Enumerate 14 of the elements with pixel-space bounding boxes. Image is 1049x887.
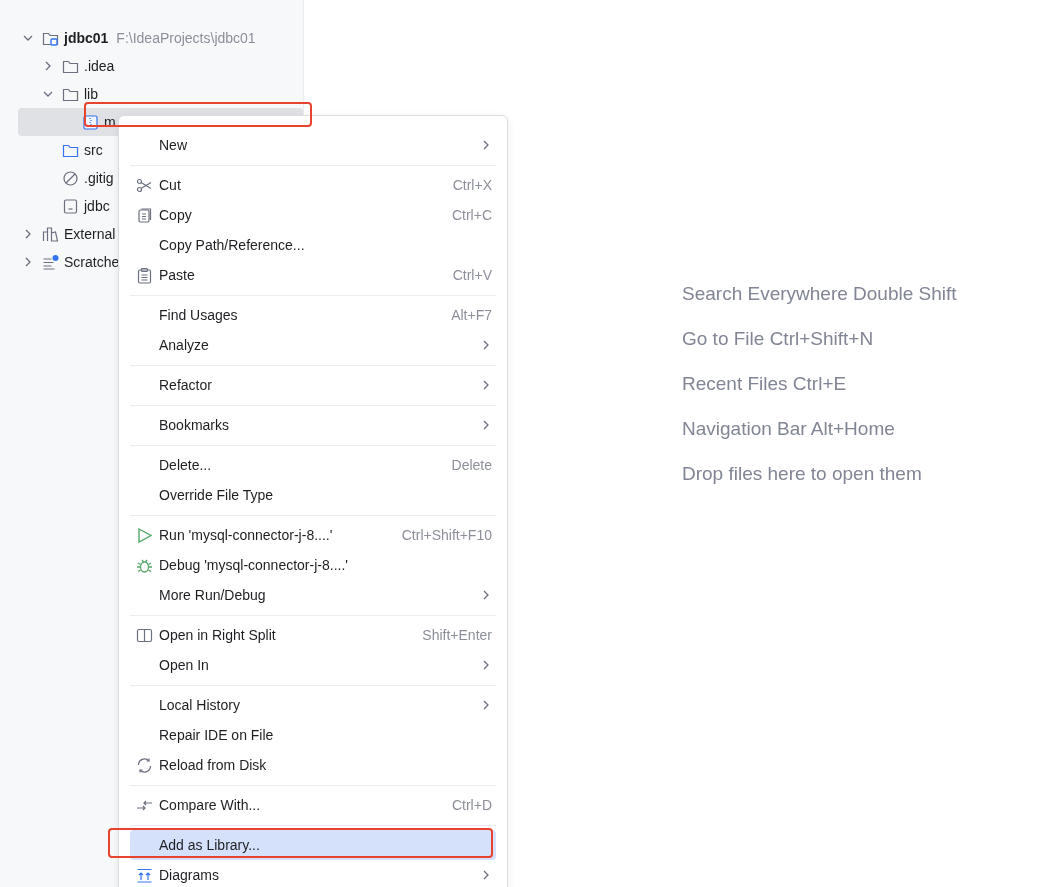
shortcut-label: Ctrl+Shift+F10: [401, 527, 492, 543]
editor-hint: Recent Files Ctrl+E: [682, 372, 848, 396]
shortcut-label: Alt+F7: [451, 307, 492, 323]
shortcut-label: Ctrl+X: [452, 177, 492, 193]
shortcut-label: Shift+Enter: [422, 627, 492, 643]
shortcut-label: Ctrl+V: [452, 267, 492, 283]
editor-hint: Go to File Ctrl+Shift+N: [682, 327, 875, 351]
editor-hint: Navigation Bar Alt+Home: [682, 417, 896, 441]
shortcut-label: Ctrl+C: [451, 207, 492, 223]
shortcut-label: Delete: [451, 457, 492, 473]
project-path: F:\IdeaProjects\jdbc01: [116, 30, 256, 46]
editor-hint: Drop files here to open them: [682, 462, 923, 486]
editor-hint: Search Everywhere Double Shift: [682, 282, 958, 306]
shortcut-label: Ctrl+D: [451, 797, 492, 813]
